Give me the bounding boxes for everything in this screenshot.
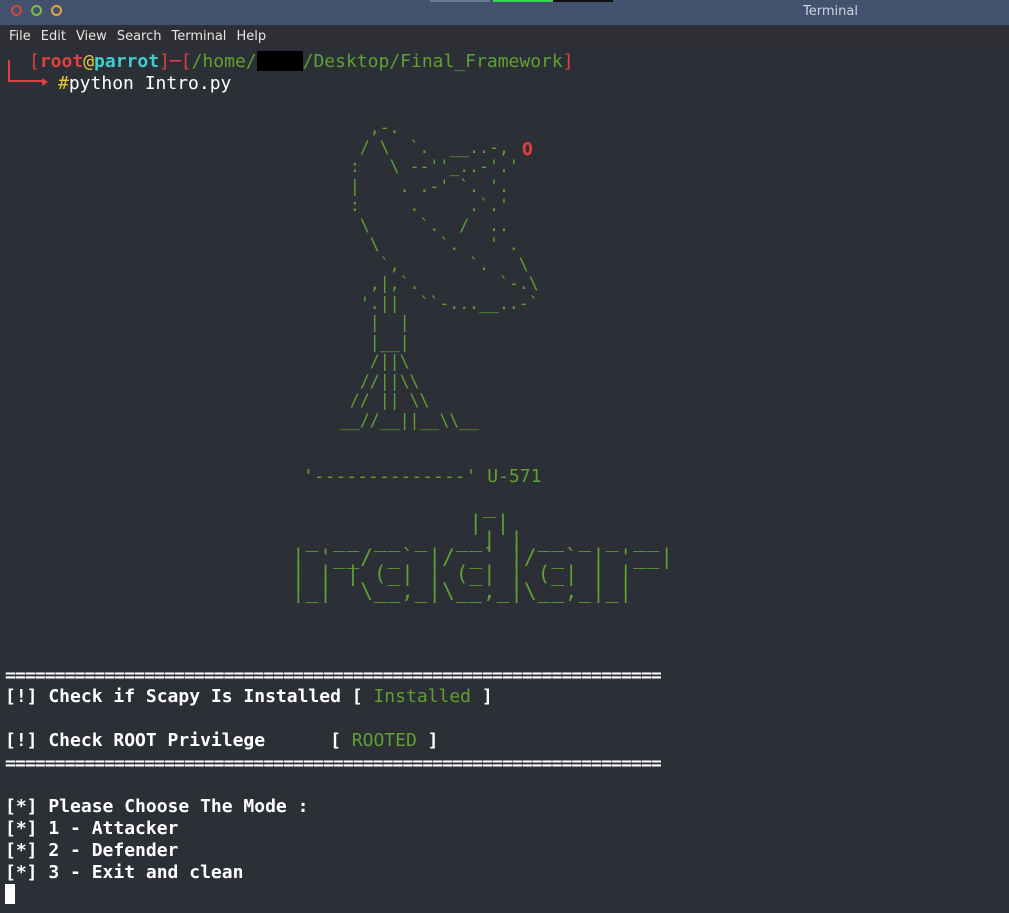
menu-edit[interactable]: Edit — [36, 26, 71, 48]
mode-prompt: [*] Please Choose The Mode : — [5, 796, 309, 817]
title-bar[interactable]: Terminal — [0, 0, 1009, 26]
separator-top: ========================================… — [5, 665, 662, 686]
terminal-area[interactable]: [root@parrot]─[/home//Desktop/Final_Fram… — [0, 48, 1009, 913]
ascii-dish-art: ,-. / \ `. __..-, : \ --''_..-'.' | . .-… — [340, 118, 539, 430]
mode-option-defender: [*] 2 - Defender — [5, 840, 179, 861]
window-title: Terminal — [803, 4, 858, 19]
menu-help[interactable]: Help — [231, 26, 271, 48]
check-scapy-result: Installed — [373, 686, 472, 707]
check-root-label: [!] Check ROOT Privilege — [5, 730, 320, 751]
prompt-user: root — [39, 51, 84, 72]
redacted-username — [256, 51, 303, 71]
ascii-base-line: '--------------' U-571 — [303, 466, 541, 488]
prompt-arrow-icon — [42, 78, 48, 86]
maximize-button[interactable] — [51, 5, 62, 16]
menu-file[interactable]: File — [0, 26, 36, 48]
prompt-path-suffix: /Desktop/Final_Framework — [302, 51, 563, 72]
ascii-base: '--------------' — [303, 466, 477, 487]
minimize-button[interactable] — [31, 5, 42, 16]
prompt-path-prefix: /home/ — [191, 51, 257, 72]
mode-option-attacker: [*] 1 - Attacker — [5, 818, 179, 839]
check-root: [!] Check ROOT Privilege [ ROOTED ] — [5, 730, 439, 751]
separator-bottom: ========================================… — [5, 753, 662, 774]
close-button[interactable] — [11, 5, 22, 16]
check-root-result: ROOTED — [351, 730, 417, 751]
prompt-at: @ — [83, 51, 95, 72]
mode-option-exit: [*] 3 - Exit and clean — [5, 862, 244, 883]
ascii-radar-word: _ | | _ __ __ _ __| | __ _ _ __ | '__/ _… — [292, 494, 675, 603]
prompt-command: python Intro.py — [68, 73, 232, 94]
check-scapy-label: [!] Check if Scapy Is Installed — [5, 686, 341, 707]
panel-strip-decoration — [430, 0, 490, 2]
panel-strip-dark — [553, 0, 613, 2]
menu-bar: File Edit View Search Terminal Help — [0, 26, 1009, 48]
prompt-symbol: # — [58, 73, 69, 94]
model-label: U-571 — [487, 466, 542, 487]
menu-view[interactable]: View — [71, 26, 112, 48]
dish-tip-marker: O — [522, 139, 533, 160]
check-scapy: [!] Check if Scapy Is Installed [ Instal… — [5, 686, 493, 707]
menu-terminal[interactable]: Terminal — [166, 26, 231, 48]
prompt-host: parrot — [94, 51, 160, 72]
text-cursor — [5, 884, 15, 904]
panel-strip-indicator — [493, 0, 553, 2]
prompt-line-2: #python Intro.py — [58, 73, 231, 95]
prompt-line-1: [root@parrot]─[/home//Desktop/Final_Fram… — [29, 51, 574, 72]
menu-search[interactable]: Search — [112, 26, 167, 48]
